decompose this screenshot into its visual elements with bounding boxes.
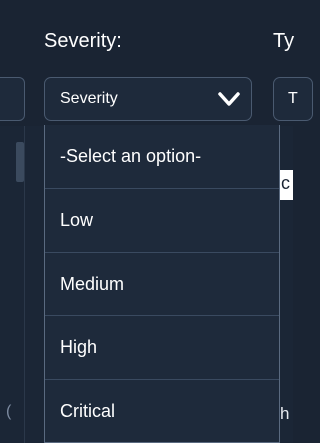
option-critical[interactable]: Critical	[45, 379, 279, 442]
severity-select-value: Severity	[60, 90, 118, 107]
severity-select[interactable]: Severity	[44, 77, 252, 121]
severity-label: Severity:	[44, 30, 122, 52]
background-card-text: c	[281, 173, 290, 193]
option-high[interactable]: High	[45, 315, 279, 378]
background-text-left: (	[6, 403, 12, 420]
type-select-value: T	[288, 90, 298, 107]
option-label: Low	[60, 209, 94, 230]
previous-filter-select[interactable]	[0, 77, 25, 121]
severity-dropdown-menu: -Select an option- Low Medium High Criti…	[44, 125, 280, 443]
type-label: Ty	[273, 30, 295, 52]
background-scrollbar[interactable]	[16, 142, 24, 182]
background-card: c	[280, 170, 293, 200]
option-label: -Select an option-	[60, 146, 202, 166]
option-select-an-option[interactable]: -Select an option-	[45, 125, 279, 188]
option-label: Critical	[60, 400, 116, 421]
background-text-right: h	[280, 404, 290, 423]
type-select[interactable]: T	[273, 77, 313, 121]
option-medium[interactable]: Medium	[45, 252, 279, 315]
option-label: Medium	[60, 273, 125, 294]
background-divider	[24, 126, 25, 443]
option-low[interactable]: Low	[45, 188, 279, 251]
option-label: High	[60, 336, 98, 357]
chevron-down-icon	[218, 92, 240, 106]
